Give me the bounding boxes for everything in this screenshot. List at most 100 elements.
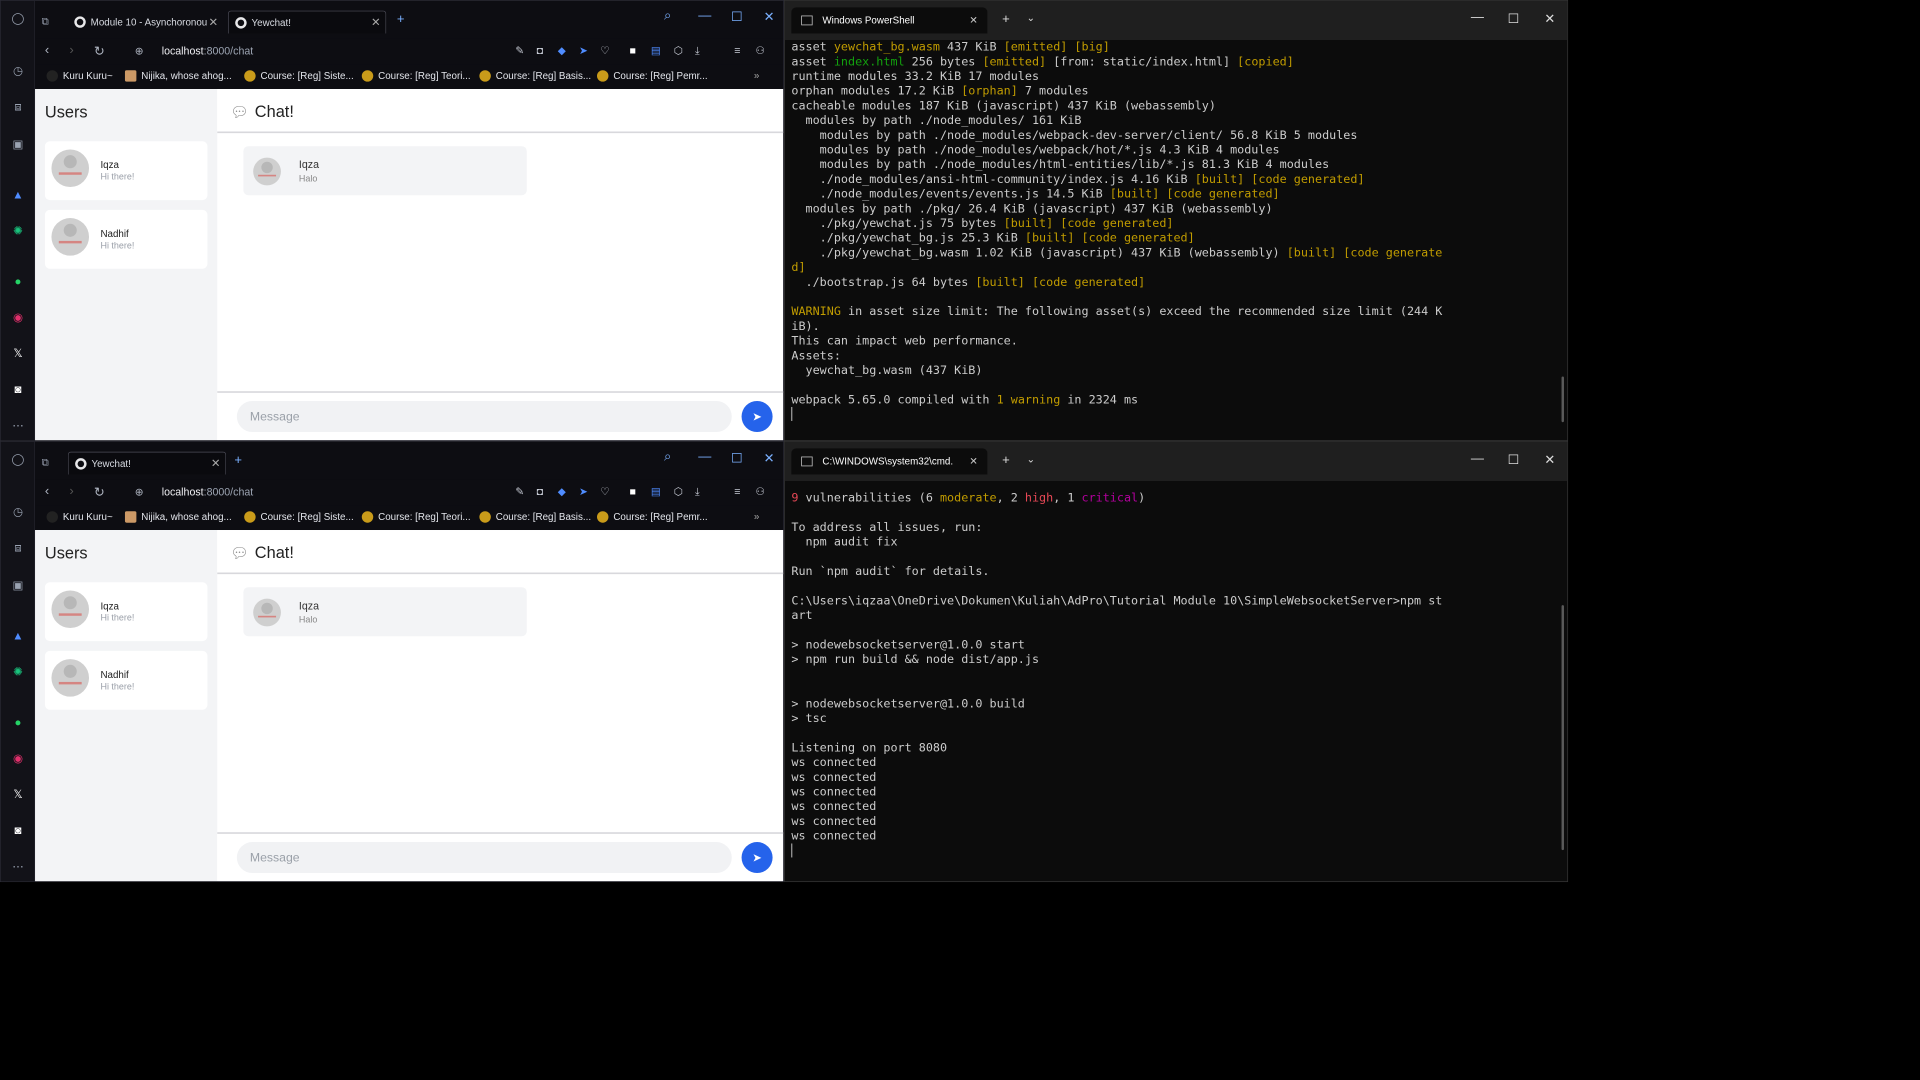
camera-icon[interactable]: ◘ xyxy=(537,485,543,497)
site-info-icon[interactable]: ⊕ xyxy=(135,45,144,58)
terminal-output[interactable]: 9 vulnerabilities (6 moderate, 2 high, 1… xyxy=(791,491,1560,881)
user-card[interactable]: Iqza Hi there! xyxy=(44,141,208,201)
bag-icon[interactable]: ⧈ xyxy=(9,538,27,556)
terminal-tab[interactable]: Windows PowerShell ✕ xyxy=(791,7,988,34)
chatgpt-icon[interactable]: ✺ xyxy=(9,221,27,239)
tab-module-10[interactable]: Module 10 - Asynchoronou ✕ xyxy=(68,11,223,34)
heart-icon[interactable]: ♡ xyxy=(600,485,610,498)
bookmark-item[interactable]: Course: [Reg] Pemr... xyxy=(597,70,708,82)
chatgpt-icon[interactable]: ✺ xyxy=(9,662,27,680)
minimize-icon[interactable]: — xyxy=(1471,452,1484,467)
instagram-icon[interactable]: ◉ xyxy=(9,749,27,767)
bookmark-item[interactable]: Course: [Reg] Pemr... xyxy=(597,511,708,523)
close-icon[interactable]: ✕ xyxy=(1544,11,1555,27)
search-icon[interactable]: ⌕ xyxy=(664,450,671,465)
download-icon[interactable]: ⤓ xyxy=(695,44,700,57)
maximize-icon[interactable]: ☐ xyxy=(1508,11,1520,27)
shield-icon[interactable]: ◆ xyxy=(558,485,566,498)
maximize-icon[interactable]: ☐ xyxy=(1508,452,1520,468)
aria-icon[interactable]: ▲ xyxy=(9,626,27,644)
back-icon[interactable]: ‹ xyxy=(45,43,49,58)
opera-icon[interactable]: ◯ xyxy=(9,9,27,27)
more-icon[interactable]: ⋯ xyxy=(9,857,27,875)
bookmark-item[interactable]: Nijika, whose ahog... xyxy=(124,511,232,523)
bookmark-item[interactable]: Nijika, whose ahog... xyxy=(124,70,232,82)
new-tab-icon[interactable]: + xyxy=(397,12,405,27)
close-tab-icon[interactable]: ✕ xyxy=(208,15,218,29)
close-icon[interactable]: ✕ xyxy=(764,9,775,25)
tab-islands-icon[interactable]: ⧉ xyxy=(42,16,49,28)
speed-dial-icon[interactable]: ◷ xyxy=(9,502,27,520)
easy-setup-icon[interactable]: ≡ xyxy=(734,44,740,56)
x-icon[interactable]: 𝕏 xyxy=(9,785,27,803)
minimize-icon[interactable]: — xyxy=(698,450,711,465)
url-field[interactable]: localhost:8000/chat xyxy=(162,45,253,57)
tab-islands-icon[interactable]: ⧉ xyxy=(42,457,49,469)
bookmark-item[interactable]: Course: [Reg] Basis... xyxy=(479,511,591,523)
message-input[interactable] xyxy=(236,842,732,874)
bookmark-item[interactable]: Course: [Reg] Teori... xyxy=(361,70,471,82)
url-field[interactable]: localhost:8000/chat xyxy=(162,486,253,498)
maximize-icon[interactable]: ☐ xyxy=(731,450,743,466)
new-tab-icon[interactable]: + xyxy=(1002,12,1010,27)
discord-icon[interactable]: ◙ xyxy=(9,380,27,398)
send-to-icon[interactable]: ➤ xyxy=(579,44,588,57)
reload-icon[interactable]: ↻ xyxy=(94,43,105,59)
user-card[interactable]: Nadhif Hi there! xyxy=(44,209,208,269)
site-info-icon[interactable]: ⊕ xyxy=(135,486,144,499)
scrollbar[interactable] xyxy=(1561,605,1564,851)
whatsapp-icon[interactable]: ● xyxy=(9,713,27,731)
terminal-output[interactable]: asset yewchat_bg.wasm 437 KiB [emitted] … xyxy=(791,40,1560,440)
more-icon[interactable]: ⋯ xyxy=(9,416,27,434)
cube-icon[interactable]: ⬡ xyxy=(674,44,683,57)
bookmark-item[interactable]: Kuru Kuru~ xyxy=(46,511,113,523)
send-button[interactable]: ➤ xyxy=(741,842,773,874)
maximize-icon[interactable]: ☐ xyxy=(731,9,743,25)
search-icon[interactable]: ⌕ xyxy=(664,9,671,24)
close-tab-icon[interactable]: ✕ xyxy=(371,16,381,30)
extension-square-icon[interactable]: ■ xyxy=(630,485,636,497)
bookmark-item[interactable]: Course: [Reg] Basis... xyxy=(479,70,591,82)
download-icon[interactable]: ⤓ xyxy=(695,485,700,498)
snap-icon[interactable]: ✎ xyxy=(515,485,524,498)
camera-icon[interactable]: ◘ xyxy=(537,44,543,56)
speed-dial-icon[interactable]: ◷ xyxy=(9,61,27,79)
bookmark-item[interactable]: Course: [Reg] Siste... xyxy=(244,511,354,523)
instagram-icon[interactable]: ◉ xyxy=(9,308,27,326)
bag-icon[interactable]: ⧈ xyxy=(9,97,27,115)
user-card[interactable]: Nadhif Hi there! xyxy=(44,650,208,710)
close-icon[interactable]: ✕ xyxy=(764,450,775,466)
profile-icon[interactable]: ⚇ xyxy=(755,485,765,498)
shield-icon[interactable]: ◆ xyxy=(558,44,566,57)
reload-icon[interactable]: ↻ xyxy=(94,484,105,500)
extensions-icon[interactable]: ▣ xyxy=(9,576,27,594)
x-icon[interactable]: 𝕏 xyxy=(9,344,27,362)
more-bookmarks-icon[interactable]: » xyxy=(754,69,759,80)
chevron-down-icon[interactable]: ⌄ xyxy=(1027,453,1035,464)
discord-icon[interactable]: ◙ xyxy=(9,821,27,839)
user-card[interactable]: Iqza Hi there! xyxy=(44,582,208,642)
bookmark-item[interactable]: Course: [Reg] Teori... xyxy=(361,511,471,523)
extensions-icon[interactable]: ▣ xyxy=(9,135,27,153)
profile-icon[interactable]: ⚇ xyxy=(755,44,765,57)
new-tab-icon[interactable]: + xyxy=(1002,453,1010,468)
new-tab-icon[interactable]: + xyxy=(234,453,242,468)
close-icon[interactable]: ✕ xyxy=(1544,452,1555,468)
send-to-icon[interactable]: ➤ xyxy=(579,485,588,498)
back-icon[interactable]: ‹ xyxy=(45,484,49,499)
message-input[interactable] xyxy=(236,400,732,433)
bookmark-item[interactable]: Course: [Reg] Siste... xyxy=(244,70,354,82)
chevron-down-icon[interactable]: ⌄ xyxy=(1027,12,1035,23)
opera-icon[interactable]: ◯ xyxy=(9,450,27,468)
minimize-icon[interactable]: — xyxy=(698,9,711,24)
translate-icon[interactable]: ▤ xyxy=(651,485,661,498)
scrollbar[interactable] xyxy=(1561,376,1564,423)
more-bookmarks-icon[interactable]: » xyxy=(754,510,759,521)
send-button[interactable]: ➤ xyxy=(741,400,773,433)
terminal-tab[interactable]: C:\WINDOWS\system32\cmd. ✕ xyxy=(791,448,988,475)
close-tab-icon[interactable]: ✕ xyxy=(211,457,221,471)
minimize-icon[interactable]: — xyxy=(1471,11,1484,26)
close-tab-icon[interactable]: ✕ xyxy=(969,15,977,26)
whatsapp-icon[interactable]: ● xyxy=(9,272,27,290)
heart-icon[interactable]: ♡ xyxy=(600,44,610,57)
